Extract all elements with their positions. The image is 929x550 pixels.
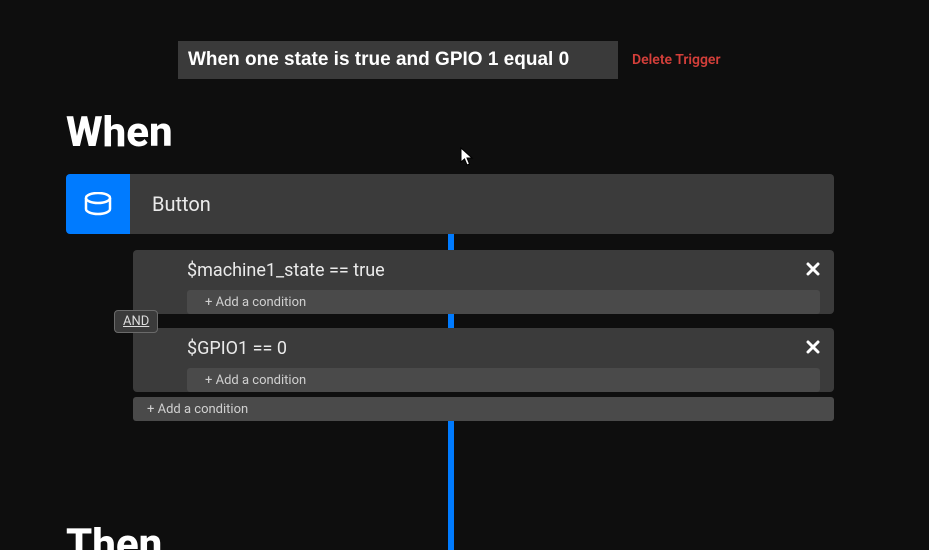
trigger-header: Delete Trigger [178,41,721,79]
add-condition-button[interactable]: + Add a condition [133,397,834,421]
add-subcondition-button[interactable]: + Add a condition [187,368,820,392]
connector-line [448,312,454,328]
connector-line [448,420,454,550]
trigger-source-row[interactable]: Button [66,174,834,234]
button-icon [66,174,130,234]
condition-block: $GPIO1 == 0 + Add a condition [133,328,834,392]
trigger-name-input[interactable] [178,41,618,79]
connector-line [448,234,454,250]
add-subcondition-button[interactable]: + Add a condition [187,290,820,314]
trigger-source-label: Button [130,174,834,234]
condition-block: $machine1_state == true + Add a conditio… [133,250,834,314]
close-icon[interactable] [806,338,820,359]
when-heading: When [66,108,173,157]
delete-trigger-link[interactable]: Delete Trigger [632,52,721,68]
then-heading: Then [66,520,162,550]
condition-expression: $GPIO1 == 0 [187,338,287,359]
logic-operator-pill[interactable]: AND [114,310,158,333]
close-icon[interactable] [806,260,820,281]
mouse-cursor-icon [460,147,474,171]
condition-expression: $machine1_state == true [187,260,385,281]
